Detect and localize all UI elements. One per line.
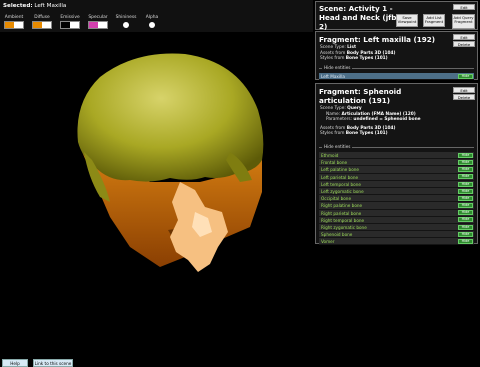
entity-name: Right zygomatic bone <box>321 224 367 230</box>
scene-box: Scene: Activity 1 - Head and Neck (jfb 2… <box>315 1 478 31</box>
ambient-label: Ambient <box>4 15 24 20</box>
entity-row[interactable]: Left zygomatic bone Hide <box>319 187 474 196</box>
entity-name: Left parietal bone <box>321 174 359 180</box>
entity-name: Left temporal bone <box>321 181 361 187</box>
entity-row[interactable]: Frontal bone Hide <box>319 159 474 167</box>
specular-control[interactable]: Specular <box>86 15 110 29</box>
entity-name: Left palatine bone <box>321 167 359 173</box>
entity-name: Sphenoid bone <box>321 232 353 238</box>
entity-name: Right palatine bone <box>321 203 363 209</box>
link-to-scene-button[interactable]: Link to this scene <box>33 359 73 367</box>
hide-button[interactable]: Hide <box>458 152 473 158</box>
entity-name: Ethmoid <box>321 153 339 158</box>
entity-row[interactable]: Right temporal bone Hide <box>319 216 474 224</box>
hide-button[interactable]: Hide <box>458 203 473 209</box>
entity-row[interactable]: Ethmoid Hide <box>319 152 474 160</box>
hide-entities-label: Hide entities <box>322 65 353 70</box>
scene-panel: Scene: Activity 1 - Head and Neck (jfb 2… <box>314 0 480 367</box>
entity-row[interactable]: Left palatine bone Hide <box>319 166 474 174</box>
save-viewpoint-button[interactable]: Save Viewpoint <box>396 14 418 27</box>
entity-row[interactable]: Right zygomatic bone Hide <box>319 223 474 232</box>
entity-name: Occipital bone <box>321 196 352 202</box>
fragment-delete-button[interactable]: Delete <box>453 41 475 47</box>
entity-name: Left zygomatic bone <box>321 188 364 194</box>
hide-entities-group: Hide entities <box>319 65 474 70</box>
emissive-label: Emissive <box>60 15 80 20</box>
styles-line: Styles from Bone Types (101) <box>320 131 388 137</box>
fragment-title: Fragment: Left maxilla (192) <box>319 35 436 44</box>
entity-row[interactable]: Right parietal bone Hide <box>319 209 474 217</box>
hide-button[interactable]: Hide <box>458 217 473 223</box>
fragment-edit-button[interactable]: Edit <box>453 87 475 93</box>
skull-model[interactable] <box>0 32 313 357</box>
fragment-sphenoid-articulation: Fragment: Sphenoid articulation (191) Ed… <box>315 83 478 246</box>
specular-swatch[interactable] <box>88 21 108 29</box>
entity-row[interactable]: Left Maxilla Hide <box>319 73 474 81</box>
entity-row[interactable]: Occipital bone Hide <box>319 195 474 203</box>
scene-title: Scene: Activity 1 - Head and Neck (jfb 2… <box>319 4 397 31</box>
ambient-control[interactable]: Ambient <box>2 15 26 29</box>
add-list-fragment-button[interactable]: Add List Fragment <box>423 14 445 27</box>
hide-button[interactable]: Hide <box>458 195 473 201</box>
alpha-slider-handle[interactable] <box>149 22 155 28</box>
entity-name: Left Maxilla <box>321 74 345 79</box>
styles-line: Styles from Bone Types (101) <box>320 56 388 62</box>
entity-name: Right temporal bone <box>321 217 365 223</box>
scene-edit-button[interactable]: Edit <box>453 4 475 10</box>
shininess-slider-handle[interactable] <box>123 22 129 28</box>
alpha-label: Alpha <box>145 15 159 20</box>
entity-name: Vomer <box>321 239 335 245</box>
hide-button[interactable]: Hide <box>458 159 473 165</box>
specular-label: Specular <box>88 15 108 20</box>
entity-row[interactable]: Vomer Hide <box>319 238 474 246</box>
hide-button[interactable]: Hide <box>458 167 473 173</box>
entity-row[interactable]: Right palatine bone Hide <box>319 202 474 210</box>
diffuse-swatch[interactable] <box>32 21 52 29</box>
hide-button[interactable]: Hide <box>458 188 473 194</box>
diffuse-control[interactable]: Diffuse <box>30 15 54 29</box>
hide-button[interactable]: Hide <box>458 210 473 216</box>
shininess-label: Shininess <box>115 15 137 20</box>
fragment-title: Fragment: Sphenoid articulation (191) <box>319 87 402 105</box>
alpha-control[interactable]: Alpha <box>140 15 164 28</box>
hide-button[interactable]: Hide <box>458 224 473 230</box>
ambient-swatch[interactable] <box>4 21 24 29</box>
selection-label: Selected: <box>3 3 33 9</box>
fragment-edit-button[interactable]: Edit <box>453 34 475 40</box>
shininess-control[interactable]: Shininess <box>114 15 138 28</box>
hide-entities-group: Hide entities <box>319 144 474 149</box>
fragment-left-maxilla: Fragment: Left maxilla (192) Edit Delete… <box>315 31 478 81</box>
entity-row[interactable]: Left parietal bone Hide <box>319 173 474 181</box>
entity-row[interactable]: Left temporal bone Hide <box>319 180 474 188</box>
emissive-swatch[interactable] <box>60 21 80 29</box>
help-button[interactable]: Help <box>2 359 28 367</box>
emissive-control[interactable]: Emissive <box>58 15 82 29</box>
entity-name: Right parietal bone <box>321 210 362 216</box>
hide-button[interactable]: Hide <box>458 174 473 180</box>
hide-button[interactable]: Hide <box>458 181 473 187</box>
entity-name: Frontal bone <box>321 160 348 166</box>
selection-value: Left Maxilla <box>34 3 67 9</box>
3d-viewport[interactable] <box>0 32 313 357</box>
hide-button[interactable]: Hide <box>458 73 473 79</box>
hide-button[interactable]: Hide <box>458 231 473 237</box>
hide-entities-label: Hide entities <box>322 144 353 149</box>
add-query-fragment-button[interactable]: Add Query Fragment <box>452 14 475 29</box>
entity-row[interactable]: Sphenoid bone Hide <box>319 231 474 239</box>
material-toolbar: Selected: Left Maxilla Ambient Diffuse E… <box>0 0 313 32</box>
hide-button[interactable]: Hide <box>458 239 473 245</box>
fragment-delete-button[interactable]: Delete <box>453 94 475 100</box>
selection-readout: Selected: Left Maxilla <box>3 3 66 9</box>
